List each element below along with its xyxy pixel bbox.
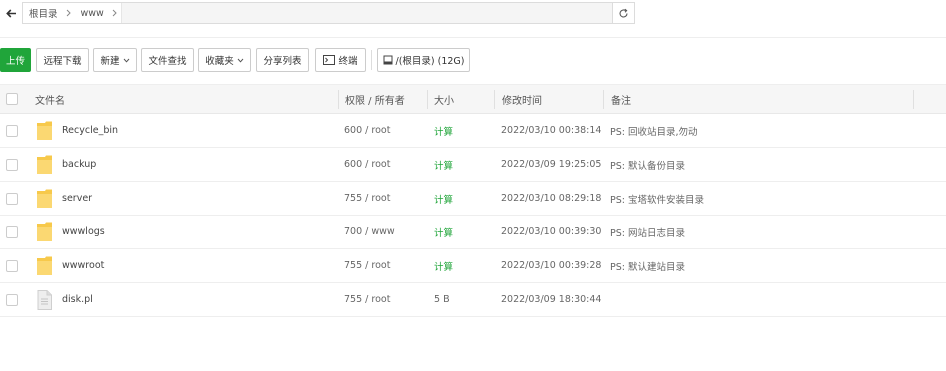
file-size-calc-link[interactable]: 计算: [434, 114, 453, 147]
file-size-calc-link[interactable]: 计算: [434, 148, 453, 181]
disk-button[interactable]: /(根目录) (12G): [377, 48, 470, 72]
refresh-icon: [619, 8, 628, 18]
table-row[interactable]: server 755 / root 计算 2022/03/10 08:29:18…: [0, 182, 946, 216]
file-modified-time: 2022/03/10 00:38:14: [501, 125, 602, 136]
file-search-button[interactable]: 文件查找: [141, 48, 194, 72]
terminal-icon: [323, 55, 336, 65]
file-icon: [36, 290, 53, 313]
file-permission[interactable]: 700 / www: [344, 215, 395, 248]
file-modified-time: 2022/03/09 18:30:44: [501, 294, 602, 305]
column-header-size[interactable]: 大小: [434, 85, 454, 114]
terminal-button[interactable]: 终端: [315, 48, 366, 72]
path-input[interactable]: [120, 3, 612, 23]
column-header-permission[interactable]: 权限 / 所有者: [345, 85, 405, 114]
file-remark: PS: 宝塔软件安装目录: [610, 194, 704, 206]
disk-icon: [383, 55, 392, 65]
folder-icon: [36, 222, 53, 245]
row-checkbox[interactable]: [6, 294, 18, 306]
file-modified-time: 2022/03/09 19:25:05: [501, 159, 602, 170]
back-button[interactable]: [0, 2, 22, 24]
row-checkbox[interactable]: [6, 125, 18, 137]
toolbar-divider: [371, 50, 372, 70]
breadcrumb-root[interactable]: 根目录: [23, 3, 62, 23]
row-checkbox[interactable]: [6, 226, 18, 238]
folder-icon: [36, 256, 53, 279]
file-size-calc-link[interactable]: 计算: [434, 249, 453, 282]
new-button[interactable]: 新建: [93, 48, 137, 72]
chevron-down-icon: [237, 58, 244, 63]
file-size-calc-link[interactable]: 计算: [434, 182, 453, 215]
column-divider: [603, 90, 604, 109]
folder-icon: [36, 155, 53, 178]
column-divider: [913, 90, 914, 109]
chevron-down-icon: [123, 58, 129, 63]
table-row[interactable]: disk.pl 755 / root 5 B 2022/03/09 18:30:…: [0, 283, 946, 317]
folder-icon: [36, 189, 53, 212]
row-checkbox[interactable]: [6, 159, 18, 171]
table-row[interactable]: wwwroot 755 / root 计算 2022/03/10 00:39:2…: [0, 249, 946, 283]
chevron-right-icon: [108, 3, 121, 23]
file-permission[interactable]: 755 / root: [344, 182, 390, 215]
table-row[interactable]: backup 600 / root 计算 2022/03/09 19:25:05…: [0, 148, 946, 182]
table-row[interactable]: Recycle_bin 600 / root 计算 2022/03/10 00:…: [0, 114, 946, 148]
row-checkbox[interactable]: [6, 193, 18, 205]
column-header-modified[interactable]: 修改时间: [502, 85, 542, 114]
select-all-checkbox[interactable]: [6, 93, 18, 105]
file-remark: PS: 默认备份目录: [610, 160, 685, 172]
file-permission[interactable]: 600 / root: [344, 148, 390, 181]
chevron-right-icon: [62, 3, 75, 23]
breadcrumb: 根目录 www: [22, 2, 613, 24]
file-name[interactable]: wwwroot: [62, 249, 104, 282]
favorites-button[interactable]: 收藏夹: [198, 48, 251, 72]
file-permission[interactable]: 755 / root: [344, 283, 390, 316]
file-modified-time: 2022/03/10 00:39:30: [501, 226, 602, 237]
file-size-calc-link[interactable]: 计算: [434, 215, 453, 248]
file-modified-time: 2022/03/10 00:39:28: [501, 260, 602, 271]
table-header: 文件名 权限 / 所有者 大小 修改时间 备注: [0, 84, 946, 114]
folder-icon: [36, 121, 53, 144]
column-divider: [494, 90, 495, 109]
file-permission[interactable]: 755 / root: [344, 249, 390, 282]
file-modified-time: 2022/03/10 08:29:18: [501, 193, 602, 204]
file-remark: PS: 回收站目录,勿动: [610, 126, 698, 138]
remote-download-button[interactable]: 远程下载: [36, 48, 89, 72]
file-name[interactable]: wwwlogs: [62, 215, 105, 248]
row-checkbox[interactable]: [6, 260, 18, 272]
column-divider: [427, 90, 428, 109]
column-header-name[interactable]: 文件名: [35, 85, 65, 114]
file-remark: PS: 默认建站目录: [610, 261, 685, 273]
file-name[interactable]: disk.pl: [62, 283, 93, 316]
file-size: 5 B: [434, 294, 450, 305]
arrow-left-icon: [5, 8, 16, 18]
table-row[interactable]: wwwlogs 700 / www 计算 2022/03/10 00:39:30…: [0, 215, 946, 249]
breadcrumb-www[interactable]: www: [75, 3, 108, 23]
share-list-button[interactable]: 分享列表: [256, 48, 309, 72]
upload-button[interactable]: 上传: [0, 48, 31, 72]
file-name[interactable]: Recycle_bin: [62, 114, 118, 147]
column-divider: [338, 90, 339, 109]
column-header-remark[interactable]: 备注: [611, 85, 631, 114]
file-permission[interactable]: 600 / root: [344, 114, 390, 147]
address-bar: 根目录 www: [0, 0, 946, 38]
file-remark: PS: 网站日志目录: [610, 227, 685, 239]
refresh-button[interactable]: [613, 2, 635, 24]
toolbar: 上传 远程下载 新建 文件查找 收藏夹 分享列表 终端 /(根目录) (12G): [0, 48, 946, 72]
file-name[interactable]: server: [62, 182, 92, 215]
file-name[interactable]: backup: [62, 148, 96, 181]
